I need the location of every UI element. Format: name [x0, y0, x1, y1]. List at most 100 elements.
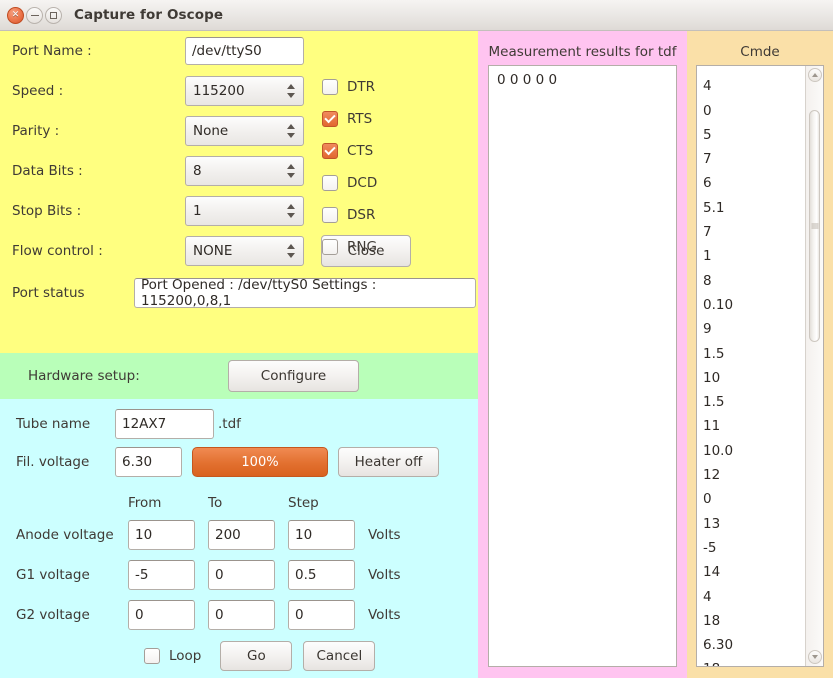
port-name-row: Port Name : /dev/ttyS0 — [0, 31, 478, 71]
cmde-listbox[interactable]: 500405765.17180.1091.5101.51110.012013-5… — [696, 65, 824, 667]
cmde-list-item[interactable]: 4 — [703, 74, 805, 98]
checkbox-row-rng[interactable]: RNG — [322, 231, 377, 263]
tube-name-input[interactable]: 12AX7 — [115, 409, 214, 439]
cmde-list-item[interactable]: 7 — [703, 220, 805, 244]
anode-from-input[interactable]: 10 — [128, 520, 195, 550]
checkbox-dtr[interactable] — [322, 79, 338, 95]
cmde-list-item[interactable]: 5.1 — [703, 196, 805, 220]
cmde-list[interactable]: 500405765.17180.1091.5101.51110.012013-5… — [697, 66, 805, 666]
checkbox-row-rts[interactable]: RTS — [322, 103, 377, 135]
checkbox-row-dsr[interactable]: DSR — [322, 199, 377, 231]
speed-value: 115200 — [193, 83, 245, 99]
g2-step-input[interactable]: 0 — [288, 600, 355, 630]
g1-to-input[interactable]: 0 — [208, 560, 275, 590]
checkbox-loop[interactable] — [144, 648, 160, 664]
left-column: Port Name : /dev/ttyS0 Speed : 115200 Pa… — [0, 31, 478, 678]
cmde-list-item[interactable]: 10 — [703, 366, 805, 390]
maximize-icon[interactable] — [45, 6, 62, 24]
cmde-list-item[interactable]: 0.10 — [703, 293, 805, 317]
speed-label: Speed : — [12, 83, 64, 99]
loop-label: Loop — [169, 648, 202, 664]
tube-name-suffix: .tdf — [218, 416, 241, 432]
cmde-panel: Cmde 500405765.17180.1091.5101.51110.012… — [687, 31, 833, 678]
checkbox-label-dcd: DCD — [347, 175, 378, 191]
cmde-list-item[interactable]: 18 — [703, 609, 805, 633]
cmde-list-item[interactable]: 1.5 — [703, 342, 805, 366]
scrollbar-thumb[interactable] — [809, 110, 820, 342]
heater-progress-bar: 100% — [192, 447, 328, 477]
stop-bits-value: 1 — [193, 203, 202, 219]
checkbox-rng[interactable] — [322, 239, 338, 255]
g1-from-input[interactable]: -5 — [128, 560, 195, 590]
data-bits-spinbutton[interactable]: 8 — [185, 156, 304, 186]
cmde-list-item[interactable]: 13 — [703, 512, 805, 536]
cmde-list-item[interactable]: 6 — [703, 171, 805, 195]
scroll-down-icon[interactable] — [807, 650, 822, 664]
checkbox-row-cts[interactable]: CTS — [322, 135, 377, 167]
title-bar: ✕ Capture for Oscope — [0, 0, 833, 31]
scrollbar-track[interactable] — [806, 84, 823, 648]
cmde-list-item[interactable]: 4 — [703, 585, 805, 609]
g2-to-cell: 0 — [208, 600, 275, 630]
spinner-arrows-icon[interactable] — [287, 117, 295, 145]
tube-name-row: Tube name 12AX7 .tdf — [0, 399, 478, 441]
g2-to-input[interactable]: 0 — [208, 600, 275, 630]
g1-step-input[interactable]: 0.5 — [288, 560, 355, 590]
filament-voltage-input[interactable]: 6.30 — [115, 447, 182, 477]
cmde-list-item[interactable]: 0 — [703, 487, 805, 511]
scroll-up-icon[interactable] — [807, 68, 822, 82]
cmde-list-item[interactable]: -5 — [703, 536, 805, 560]
g1-unit-label: Volts — [368, 567, 401, 583]
minimize-icon[interactable] — [26, 6, 43, 24]
port-status-label: Port status — [12, 285, 85, 301]
checkbox-label-rng: RNG — [347, 239, 377, 255]
cmde-list-item[interactable]: 8 — [703, 269, 805, 293]
stop-bits-row: Stop Bits : 1 — [0, 191, 478, 231]
cmde-list-item[interactable]: 18 — [703, 657, 805, 666]
cmde-list-item[interactable]: 12 — [703, 463, 805, 487]
cmde-list-item[interactable]: 1 — [703, 244, 805, 268]
cmde-list-item[interactable]: 1.5 — [703, 390, 805, 414]
checkbox-cts[interactable] — [322, 143, 338, 159]
parity-label: Parity : — [12, 123, 60, 139]
parity-spinbutton[interactable]: None — [185, 116, 304, 146]
cmde-list-item[interactable]: 7 — [703, 147, 805, 171]
cmde-list-item[interactable]: 0 — [703, 99, 805, 123]
checkbox-dsr[interactable] — [322, 207, 338, 223]
checkbox-row-dtr[interactable]: DTR — [322, 71, 377, 103]
cancel-button[interactable]: Cancel — [303, 641, 376, 671]
anode-voltage-row: Anode voltage 10 200 10 Volts — [16, 515, 478, 555]
cmde-list-item[interactable]: 9 — [703, 317, 805, 341]
port-name-input[interactable]: /dev/ttyS0 — [185, 37, 304, 65]
speed-spinbutton[interactable]: 115200 — [185, 76, 304, 106]
spinner-arrows-icon[interactable] — [287, 237, 295, 265]
cmde-list-item[interactable]: 11 — [703, 414, 805, 438]
close-icon[interactable]: ✕ — [7, 6, 24, 24]
go-button[interactable]: Go — [220, 641, 293, 671]
cmde-list-item[interactable]: 5 — [703, 123, 805, 147]
spinner-arrows-icon[interactable] — [287, 197, 295, 225]
spinner-arrows-icon[interactable] — [287, 157, 295, 185]
flow-control-spinbutton[interactable]: NONE — [185, 236, 304, 266]
loop-checkbox-row[interactable]: Loop — [144, 648, 201, 664]
cmde-list-item[interactable]: 10.0 — [703, 439, 805, 463]
measurement-results-textview[interactable]: 0 0 0 0 0 — [488, 65, 677, 667]
anode-voltage-label: Anode voltage — [16, 527, 114, 543]
window-controls: ✕ — [7, 6, 62, 24]
g2-from-input[interactable]: 0 — [128, 600, 195, 630]
port-name-label: Port Name : — [12, 43, 92, 59]
heater-toggle-button[interactable]: Heater off — [338, 447, 439, 477]
anode-step-input[interactable]: 10 — [288, 520, 355, 550]
stop-bits-spinbutton[interactable]: 1 — [185, 196, 304, 226]
cmde-list-item[interactable]: 500 — [703, 66, 805, 74]
configure-button[interactable]: Configure — [228, 360, 359, 392]
spinner-arrows-icon[interactable] — [287, 77, 295, 105]
cmde-list-item[interactable]: 6.30 — [703, 633, 805, 657]
cmde-scrollbar[interactable] — [805, 66, 823, 666]
checkbox-row-dcd[interactable]: DCD — [322, 167, 377, 199]
checkbox-rts[interactable] — [322, 111, 338, 127]
checkbox-label-dtr: DTR — [347, 79, 376, 95]
anode-to-input[interactable]: 200 — [208, 520, 275, 550]
cmde-list-item[interactable]: 14 — [703, 560, 805, 584]
checkbox-dcd[interactable] — [322, 175, 338, 191]
